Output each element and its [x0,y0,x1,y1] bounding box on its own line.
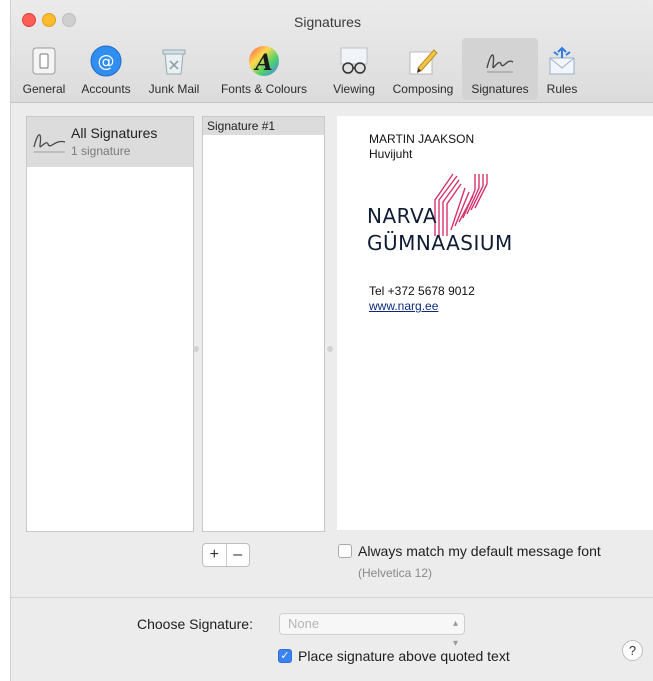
resize-handle[interactable] [327,346,333,352]
help-button[interactable]: ? [622,640,643,661]
remove-signature-button[interactable]: – [225,544,250,566]
window-title: Signatures [294,14,361,30]
match-font-label: Always match my default message font [358,543,601,559]
general-switch-icon [32,47,56,75]
toolbar-viewing[interactable]: Viewing [325,38,383,100]
trash-junk-icon [162,49,186,75]
logo-text-line1: NARVA [367,204,438,228]
toolbar-composing[interactable]: Composing [385,38,461,100]
signatures-list[interactable]: Signature #1 [202,116,325,532]
signature-count: 1 signature [71,144,131,158]
signature-icon [486,54,514,73]
all-signatures-item[interactable]: All Signatures 1 signature [27,117,193,167]
preview-phone: Tel +372 5678 9012 [369,284,475,298]
preferences-window: Signatures General @ Accounts Junk Mail … [10,0,653,681]
pencil-icon [409,49,438,75]
titlebar: Signatures General @ Accounts Junk Mail … [11,0,653,103]
toolbar-fonts-colours[interactable]: A Fonts & Colours [211,38,317,100]
logo-text-line2: GÜMNAASIUM [367,231,513,255]
narva-logo-mark [434,173,488,236]
choose-signature-select[interactable]: None ▴ ▾ [279,613,465,649]
glasses-icon [340,47,368,74]
envelope-rules-icon [549,46,575,75]
svg-text:A: A [253,50,272,76]
all-signatures-label: All Signatures [71,125,158,141]
accounts-list[interactable]: All Signatures 1 signature [26,116,194,532]
place-above-checkbox[interactable]: ✓ [278,649,292,663]
toolbar-accounts[interactable]: @ Accounts [73,38,139,100]
color-wheel-font-icon: A [249,46,279,76]
add-signature-button[interactable]: + [203,544,226,566]
toolbar-rules[interactable]: Rules [540,38,584,100]
match-font-checkbox[interactable] [338,544,352,558]
toolbar-junk-mail[interactable]: Junk Mail [141,38,207,100]
at-sign-icon: @ [90,45,122,77]
preview-website-link[interactable]: www.narg.ee [369,299,438,313]
toolbar-general[interactable]: General [19,38,69,100]
toolbar-signatures[interactable]: Signatures [462,38,538,100]
choose-signature-value: None [288,616,320,631]
place-above-label: Place signature above quoted text [298,648,510,664]
choose-signature-label: Choose Signature: [137,616,253,632]
signature-icon [33,134,66,153]
signature-preview[interactable]: MARTIN JAAKSON Huvijuht NARVA GÜMNAASIUM… [337,116,653,530]
list-item[interactable]: Signature #1 [203,117,324,135]
resize-handle[interactable] [193,346,199,352]
preview-role: Huvijuht [369,147,413,161]
preview-name: MARTIN JAAKSON [369,132,475,146]
svg-text:@: @ [98,52,115,72]
add-remove-control: + – [202,543,250,567]
font-hint: (Helvetica 12) [358,566,433,580]
divider [11,597,653,598]
